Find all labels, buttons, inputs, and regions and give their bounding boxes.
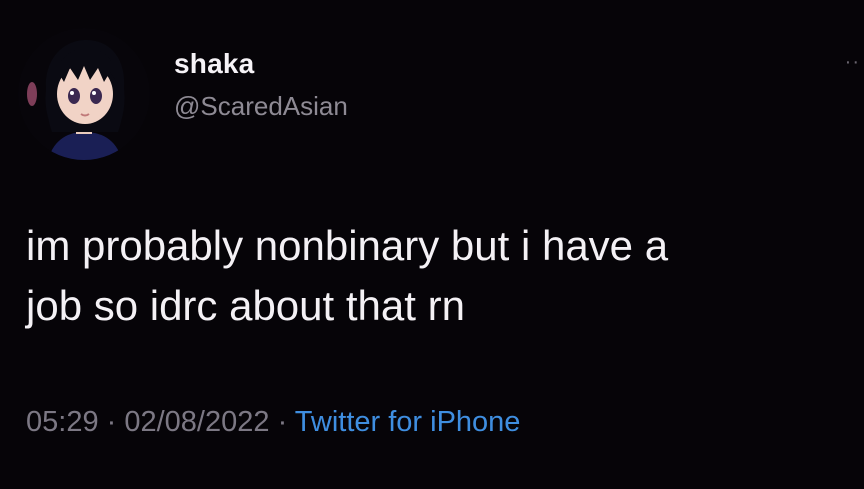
more-options-icon[interactable]: ·· (845, 52, 860, 72)
user-handle[interactable]: @ScaredAsian (174, 91, 348, 122)
tweet-card: shaka @ScaredAsian ·· im probably nonbin… (0, 0, 864, 489)
anime-girl-avatar-icon (18, 28, 150, 160)
tweet-text: im probably nonbinary but i have a job s… (26, 222, 669, 329)
tweet-time[interactable]: 05:29 (26, 406, 99, 438)
tweet-source-link[interactable]: Twitter for iPhone (295, 406, 521, 438)
avatar[interactable] (18, 28, 150, 160)
meta-separator: · (98, 406, 125, 438)
display-name[interactable]: shaka (174, 48, 254, 80)
tweet-date[interactable]: 02/08/2022 (124, 406, 269, 438)
tweet-meta: 05:29 · 02/08/2022 · Twitter for iPhone (26, 406, 520, 439)
meta-separator: · (269, 406, 295, 438)
